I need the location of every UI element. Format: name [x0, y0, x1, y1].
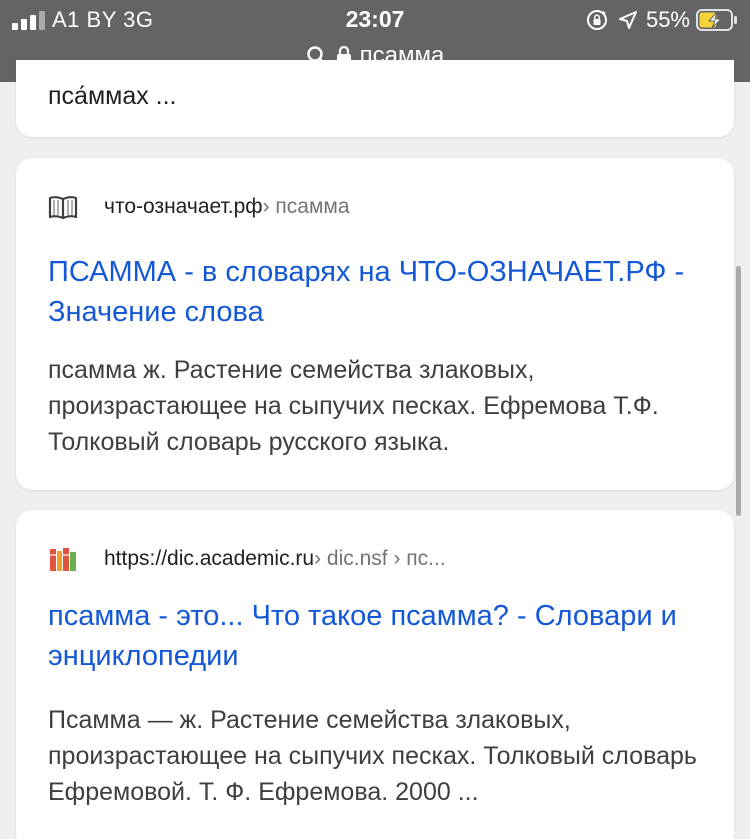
result-domain: https://dic.academic.ru: [104, 547, 315, 570]
result-breadcrumb: › dic.nsf › пс...: [314, 547, 446, 570]
result-description: Псамма — ж. Растение семейства злаковых,…: [48, 706, 697, 806]
result-breadcrumb: › псамма: [262, 195, 350, 218]
search-result-card-partial: пса́ммах ...: [16, 60, 734, 137]
battery-charging-icon: [696, 9, 737, 31]
search-result-card: что-означает.рф › псамма ПСАММА - в слов…: [16, 158, 734, 490]
battery-percent: 55%: [645, 7, 690, 32]
status-bar: A1 BY 3G 23:07 55%: [0, 0, 750, 42]
scrollbar-thumb[interactable]: [736, 266, 741, 516]
result-domain: что-означает.рф: [104, 195, 263, 218]
rotation-lock-icon: [586, 10, 607, 30]
result-title-link[interactable]: псамма - это... Что такое псамма? - Слов…: [48, 600, 677, 672]
result-description: псамма ж. Растение семейства злаковых, п…: [48, 356, 659, 456]
status-right-group: 55%: [586, 6, 738, 34]
location-arrow-icon: [618, 11, 637, 29]
book-icon: [48, 196, 78, 220]
books-icon: [50, 548, 76, 571]
result-title[interactable]: псамма - это... Что такое псамма? - Слов…: [48, 596, 708, 676]
result-source[interactable]: что-означает.рф › псамма: [48, 192, 350, 222]
result-source[interactable]: https://dic.academic.ru › dic.nsf › пс..…: [48, 544, 446, 574]
search-result-card: https://dic.academic.ru › dic.nsf › пс..…: [16, 510, 734, 839]
result-title[interactable]: ПСАММА - в словарях на ЧТО-ОЗНАЧАЕТ.РФ -…: [48, 252, 708, 332]
result-title-link[interactable]: ПСАММА - в словарях на ЧТО-ОЗНАЧАЕТ.РФ -…: [48, 256, 684, 328]
result-snippet-tail: пса́ммах ...: [48, 82, 177, 110]
